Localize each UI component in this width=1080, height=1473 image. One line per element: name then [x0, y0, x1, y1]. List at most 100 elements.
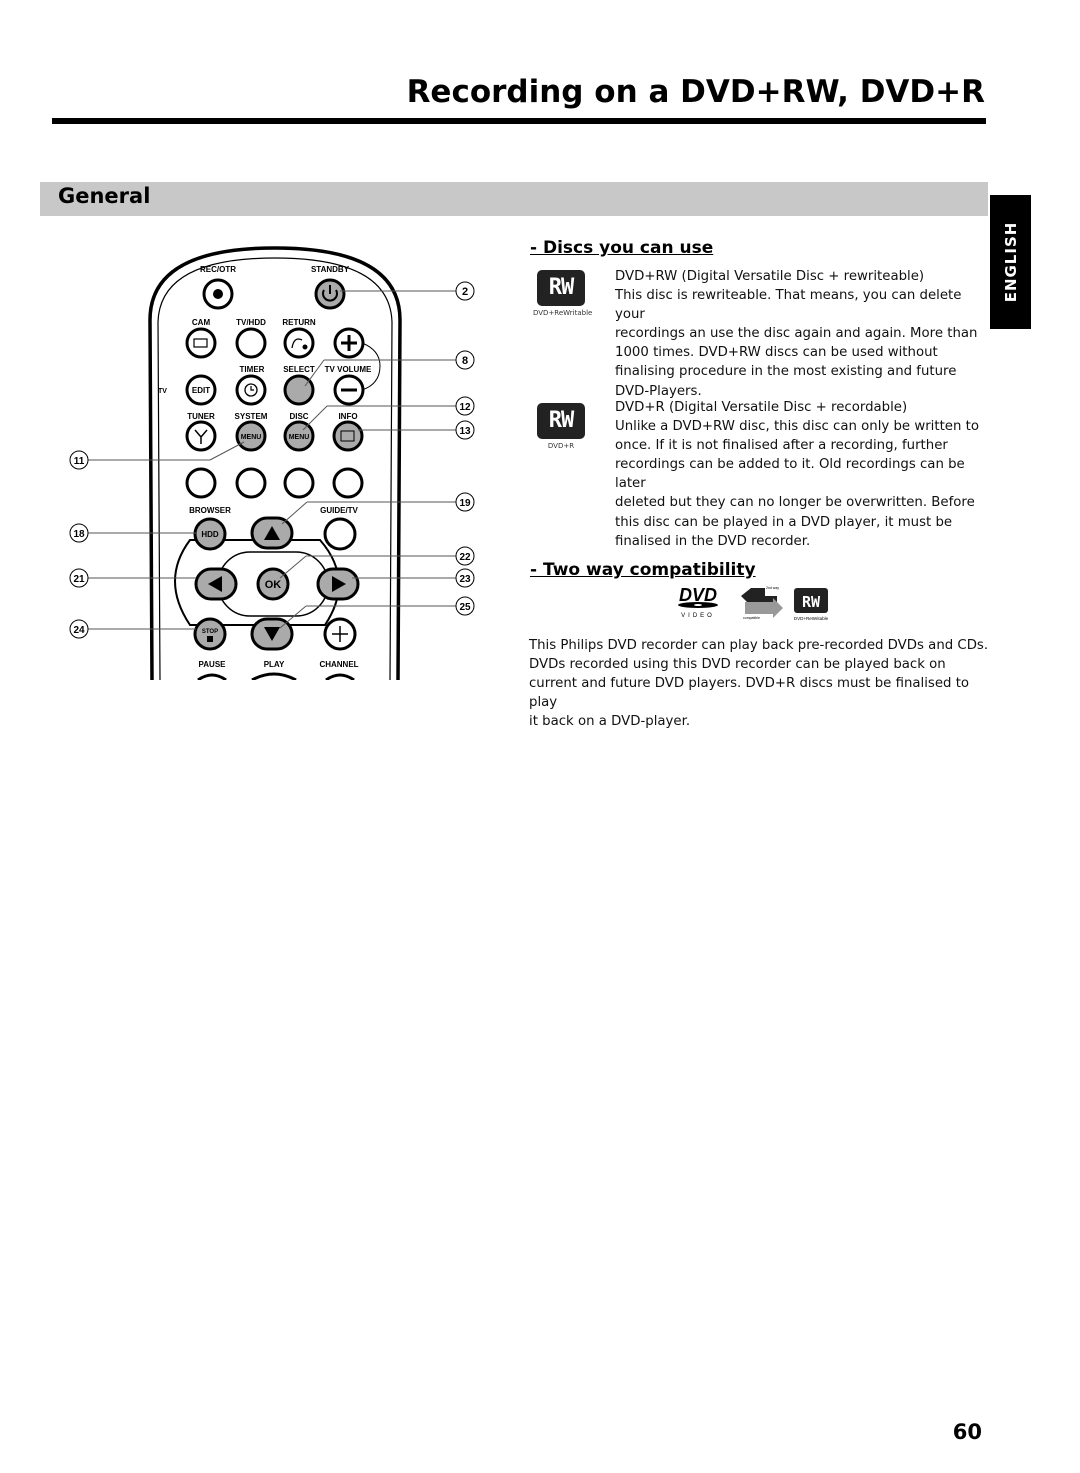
hdd-text: HDD [201, 530, 219, 539]
timer-button[interactable] [235, 374, 267, 406]
dvd-r-line: deleted but they can no longer be overwr… [615, 495, 975, 511]
channel-plus-button[interactable] [323, 617, 357, 651]
right-button[interactable] [316, 567, 360, 601]
tuner-label: TUNER [187, 412, 215, 421]
dvd-r-logo-caption: DVD+R [547, 442, 575, 450]
dvd-video-logo-icon: DVD VIDEO [678, 585, 718, 619]
callout-19-text: 19 [459, 498, 471, 509]
system-menu-button[interactable]: MENU [235, 420, 267, 452]
callout-8: 8 [455, 350, 475, 370]
callout-23: 23 [455, 568, 475, 588]
discs-heading: - Discs you can use [530, 238, 714, 258]
dvd-rw-title: DVD+RW (Digital Versatile Disc + rewrite… [615, 269, 925, 284]
arrow-bottom-text: compatible [743, 616, 760, 620]
channel-label: CHANNEL [319, 660, 358, 669]
callout-18: 18 [69, 523, 89, 543]
dvd-rw-logo: RW DVD+ReWritable [533, 270, 593, 317]
rec-otr-label: REC/OTR [200, 265, 236, 274]
language-tab: ENGLISH [990, 195, 1031, 329]
disc-label: DISC [289, 412, 308, 421]
info-label: INFO [338, 412, 357, 421]
callouts-right: 2 8 12 13 19 22 23 25 [455, 281, 475, 616]
callouts-left: 11 18 21 24 [69, 450, 89, 639]
return-label: RETURN [282, 318, 316, 327]
dvd-r-line: this disc can be played in a DVD player,… [615, 514, 953, 530]
callout-21: 21 [69, 568, 89, 588]
two-way-arrow-icon: 2nd way compatible [741, 586, 783, 620]
section-title: General [58, 184, 151, 208]
arrow-top-text: 2nd way [766, 586, 779, 590]
callout-2-text: 2 [462, 286, 468, 298]
browser-label: BROWSER [189, 506, 231, 515]
compatibility-description: This Philips DVD recorder can play back … [529, 636, 999, 731]
disc-menu-text: MENU [289, 434, 310, 441]
remote-control-illustration: REC/OTR STANDBY CAM TV/HDD RETURN TIMER … [69, 246, 475, 680]
callout-22: 22 [455, 546, 475, 566]
callout-13: 13 [455, 420, 475, 440]
dvd-rw-line: finalising procedure in the most existin… [615, 364, 957, 380]
ok-text: OK [265, 579, 282, 591]
dvd-r-description: DVD+R (Digital Versatile Disc + recordab… [615, 398, 990, 551]
color-button-1[interactable] [185, 467, 217, 499]
guide-tv-button[interactable] [323, 517, 357, 551]
callout-18-text: 18 [73, 529, 85, 540]
section-bar [40, 182, 988, 216]
callout-25: 25 [455, 596, 475, 616]
callout-23-text: 23 [459, 574, 471, 585]
tv-volume-label: TV VOLUME [325, 365, 372, 374]
callout-24-text: 24 [73, 625, 85, 636]
callout-22-text: 22 [459, 552, 471, 563]
compatibility-line: current and future DVD players. DVD+R di… [529, 676, 970, 711]
volume-plus-button[interactable] [333, 327, 365, 359]
dvd-rw-line: recordings an use the disc again and aga… [615, 326, 978, 342]
tv-hdd-button[interactable] [235, 327, 267, 359]
color-button-3[interactable] [283, 467, 315, 499]
rw-logo-icon: RW DVD+ReWritable [794, 588, 829, 621]
standby-button[interactable] [314, 278, 346, 310]
dvd-rw-line: This disc is rewriteable. That means, yo… [615, 288, 962, 323]
rw-logo-icon: RW [537, 270, 585, 306]
stop-button[interactable]: STOP [193, 617, 227, 651]
language-label: ENGLISH [1001, 221, 1020, 303]
volume-minus-button[interactable] [333, 374, 365, 406]
pause-label: PAUSE [199, 660, 227, 669]
left-button[interactable] [194, 567, 238, 601]
dvd-video-text: VIDEO [681, 613, 715, 619]
dvd-rw-line: 1000 times. DVD+RW discs can be used wit… [615, 345, 938, 361]
tv-side-label: TV [158, 388, 167, 395]
callout-13-text: 13 [459, 426, 471, 437]
edit-button[interactable]: EDIT [185, 374, 217, 406]
disc-menu-button[interactable]: MENU [283, 420, 315, 452]
callout-24: 24 [69, 619, 89, 639]
info-button[interactable] [332, 420, 364, 452]
stop-text: STOP [202, 629, 218, 635]
callout-11: 11 [69, 450, 89, 470]
callout-2: 2 [455, 281, 475, 301]
ok-button[interactable]: OK [256, 567, 290, 601]
callout-12-text: 12 [459, 402, 471, 413]
up-button[interactable] [250, 516, 294, 550]
dvd-rw-logo-caption: DVD+ReWritable [533, 309, 593, 317]
color-button-4[interactable] [332, 467, 364, 499]
callout-12: 12 [455, 396, 475, 416]
cam-button[interactable] [185, 327, 217, 359]
callout-25-text: 25 [459, 602, 471, 613]
rec-button[interactable] [202, 278, 234, 310]
tuner-button[interactable] [185, 420, 217, 452]
standby-label: STANDBY [311, 265, 350, 274]
callout-8-text: 8 [462, 355, 468, 367]
dvd-r-line: recordings can be added to it. Old recor… [615, 457, 965, 492]
system-label: SYSTEM [235, 412, 268, 421]
system-menu-text: MENU [241, 434, 262, 441]
rw-logo-icon: RW [537, 403, 585, 439]
callout-19: 19 [455, 492, 475, 512]
select-label: SELECT [283, 365, 315, 374]
dvd-rw-description: DVD+RW (Digital Versatile Disc + rewrite… [615, 267, 990, 401]
callout-11-text: 11 [74, 456, 85, 467]
color-button-2[interactable] [235, 467, 267, 499]
dvd-r-line: finalised in the DVD recorder. [615, 533, 811, 549]
return-button[interactable] [283, 327, 315, 359]
cam-label: CAM [192, 318, 211, 327]
hdd-browser-button[interactable]: HDD [193, 517, 227, 551]
play-label: PLAY [264, 660, 285, 669]
